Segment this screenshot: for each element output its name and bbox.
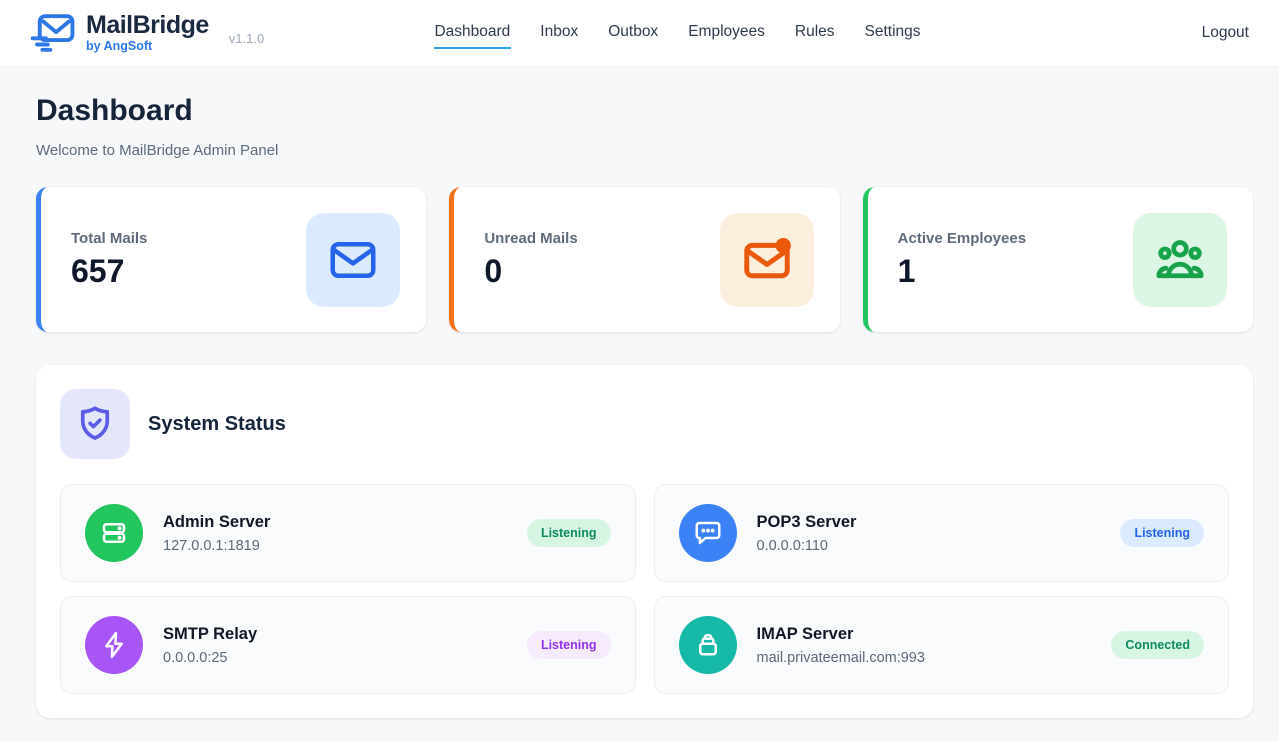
server-address: 0.0.0.0:25 <box>163 650 257 666</box>
logout-button[interactable]: Logout <box>1202 24 1249 42</box>
stat-label: Unread Mails <box>484 230 577 247</box>
nav-item-settings[interactable]: Settings <box>864 17 922 49</box>
version-label: v1.1.0 <box>229 31 264 46</box>
nav-item-dashboard[interactable]: Dashboard <box>433 17 511 49</box>
stats-row: Total Mails 657 Unread Mails 0 <box>36 187 1253 332</box>
brand[interactable]: MailBridge by AngSoft v1.1.0 <box>30 13 264 53</box>
status-badge: Listening <box>527 631 611 659</box>
chat-bubble-icon <box>679 504 737 562</box>
users-icon <box>1133 213 1227 307</box>
servers-grid: Admin Server 127.0.0.1:1819 Listening PO… <box>60 484 1229 694</box>
server-name: IMAP Server <box>757 625 925 644</box>
nav-item-rules[interactable]: Rules <box>794 17 836 49</box>
top-nav-bar: MailBridge by AngSoft v1.1.0 Dashboard I… <box>0 0 1279 67</box>
nav-item-inbox[interactable]: Inbox <box>539 17 579 49</box>
lightning-icon <box>85 616 143 674</box>
server-address: 127.0.0.1:1819 <box>163 538 270 554</box>
page-title: Dashboard <box>36 94 1253 128</box>
stat-card-total-mails: Total Mails 657 <box>36 187 426 332</box>
mailbridge-logo-icon <box>30 13 76 53</box>
stat-value: 1 <box>898 253 1026 290</box>
server-name: Admin Server <box>163 513 270 532</box>
server-card-admin: Admin Server 127.0.0.1:1819 Listening <box>60 484 636 582</box>
mail-unread-icon <box>720 213 814 307</box>
stat-value: 657 <box>71 253 147 290</box>
page-subtitle: Welcome to MailBridge Admin Panel <box>36 142 1253 159</box>
stat-card-active-employees: Active Employees 1 <box>863 187 1253 332</box>
status-badge: Connected <box>1111 631 1204 659</box>
stat-card-unread-mails: Unread Mails 0 <box>449 187 839 332</box>
server-name: SMTP Relay <box>163 625 257 644</box>
server-card-imap: IMAP Server mail.privateemail.com:993 Co… <box>654 596 1230 694</box>
server-card-smtp: SMTP Relay 0.0.0.0:25 Listening <box>60 596 636 694</box>
server-name: POP3 Server <box>757 513 857 532</box>
server-card-pop3: POP3 Server 0.0.0.0:110 Listening <box>654 484 1230 582</box>
brand-tagline: by AngSoft <box>86 40 209 53</box>
dashboard-page: Dashboard Welcome to MailBridge Admin Pa… <box>0 67 1279 718</box>
server-address: mail.privateemail.com:993 <box>757 650 925 666</box>
nav-item-employees[interactable]: Employees <box>687 17 766 49</box>
stat-label: Active Employees <box>898 230 1026 247</box>
main-nav: Dashboard Inbox Outbox Employees Rules S… <box>433 0 921 66</box>
server-address: 0.0.0.0:110 <box>757 538 857 554</box>
panel-title: System Status <box>148 413 286 436</box>
brand-name: MailBridge <box>86 13 209 38</box>
mail-icon <box>306 213 400 307</box>
archive-box-icon <box>679 616 737 674</box>
nav-item-outbox[interactable]: Outbox <box>607 17 659 49</box>
status-badge: Listening <box>527 519 611 547</box>
status-badge: Listening <box>1120 519 1204 547</box>
system-status-panel: System Status Admin Server 127.0.0.1:181… <box>36 365 1253 718</box>
server-icon <box>85 504 143 562</box>
stat-value: 0 <box>484 253 577 290</box>
shield-check-icon <box>60 389 130 459</box>
stat-label: Total Mails <box>71 230 147 247</box>
